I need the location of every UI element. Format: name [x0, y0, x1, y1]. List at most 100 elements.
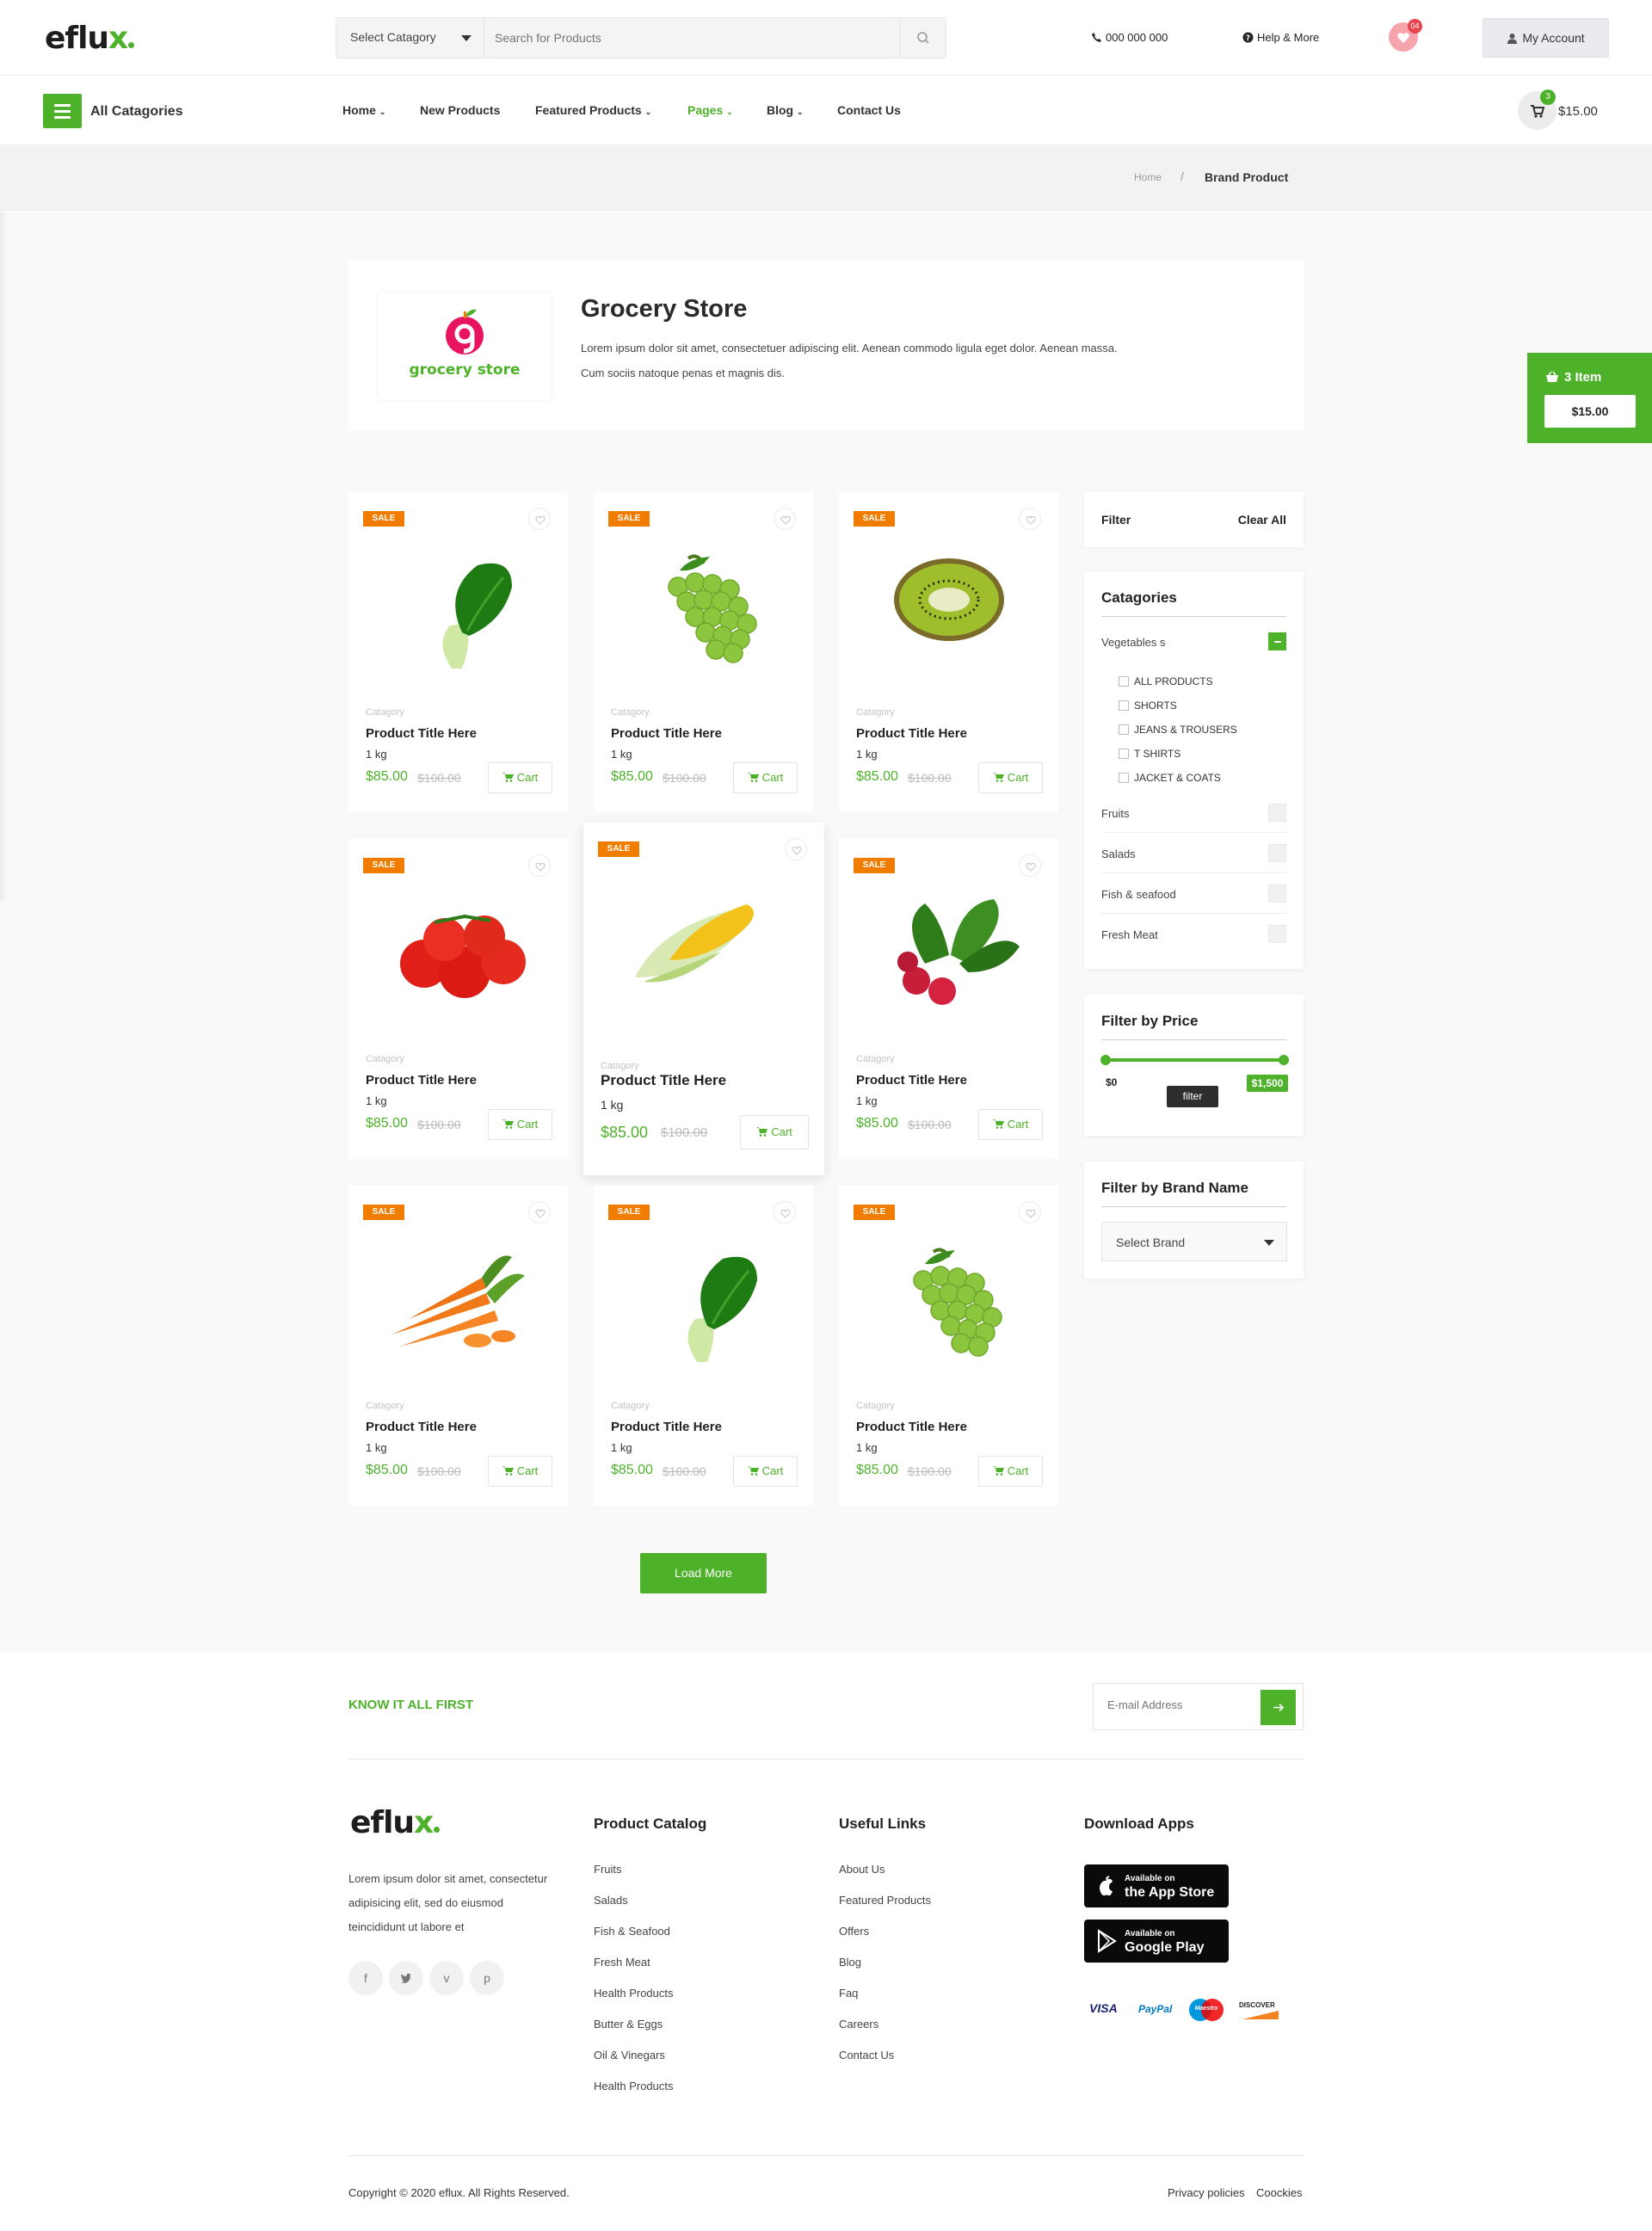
product-image[interactable] — [628, 1233, 779, 1362]
product-title[interactable]: Product Title Here — [856, 726, 967, 741]
footer-link[interactable]: Featured Products — [839, 1894, 931, 1907]
category-fresh-meat[interactable]: Fresh Meat — [1101, 918, 1286, 954]
load-more-button[interactable]: Load More — [640, 1553, 767, 1593]
footer-link[interactable]: Fruits — [594, 1863, 622, 1876]
nav-blog[interactable]: Blog ⌄ — [767, 103, 804, 117]
help-link[interactable]: ? Help & More — [1242, 31, 1319, 44]
footer-link[interactable]: Offers — [839, 1925, 869, 1938]
wishlist-toggle[interactable] — [785, 838, 807, 860]
nav-pages[interactable]: Pages ⌄ — [687, 103, 733, 117]
all-categories-button[interactable] — [43, 94, 82, 128]
add-to-cart-button[interactable]: Cart — [733, 762, 798, 793]
add-to-cart-button[interactable]: Cart — [488, 1456, 552, 1487]
checkbox[interactable] — [1268, 884, 1286, 903]
google-play-button[interactable]: Available on Google Play — [1084, 1920, 1229, 1963]
nav-new-products[interactable]: New Products — [420, 103, 500, 117]
subcategory-tshirts[interactable]: T SHIRTS — [1119, 748, 1180, 760]
checkbox[interactable] — [1119, 773, 1129, 783]
vimeo-icon[interactable]: v — [429, 1961, 464, 1995]
my-account-button[interactable]: My Account — [1482, 18, 1609, 58]
nav-contact[interactable]: Contact Us — [837, 103, 901, 117]
product-card[interactable]: SALE Catagory Product Title Here 1 kg $8… — [348, 492, 568, 812]
product-title[interactable]: Product Title Here — [856, 1420, 967, 1434]
email-field[interactable] — [1107, 1698, 1254, 1711]
facebook-icon[interactable]: f — [348, 1961, 383, 1995]
product-image[interactable] — [873, 1233, 1024, 1362]
footer-link[interactable]: About Us — [839, 1863, 885, 1876]
footer-link[interactable]: Faq — [839, 1987, 858, 2000]
product-image[interactable] — [628, 539, 779, 669]
add-to-cart-button[interactable]: Cart — [978, 1456, 1043, 1487]
checkbox[interactable] — [1119, 700, 1129, 711]
product-card[interactable]: SALE Catagory Product Title Here 1 kg $8… — [594, 492, 813, 812]
logo[interactable]: eflux — [45, 21, 135, 56]
twitter-icon[interactable] — [389, 1961, 423, 1995]
product-title[interactable]: Product Title Here — [366, 1073, 477, 1088]
nav-featured-products[interactable]: Featured Products ⌄ — [535, 103, 651, 117]
checkbox[interactable] — [1268, 925, 1286, 943]
product-image[interactable] — [626, 874, 777, 1003]
privacy-link[interactable]: Privacy policies — [1168, 2186, 1245, 2199]
footer-link[interactable]: Salads — [594, 1894, 628, 1907]
product-card[interactable]: SALE Catagory Product Title Here 1 kg $8… — [348, 839, 568, 1159]
product-title[interactable]: Product Title Here — [366, 726, 477, 741]
product-image[interactable] — [873, 539, 1024, 669]
product-card[interactable]: SALE Catagory Product Title Here 1 kg $8… — [839, 492, 1058, 812]
product-image[interactable] — [383, 886, 533, 1015]
subscribe-button[interactable] — [1261, 1690, 1296, 1725]
footer-link[interactable]: Fresh Meat — [594, 1956, 650, 1969]
footer-link[interactable]: Butter & Eggs — [594, 2018, 663, 2031]
add-to-cart-button[interactable]: Cart — [733, 1456, 798, 1487]
category-fruits[interactable]: Fruits — [1101, 797, 1286, 833]
wishlist-toggle[interactable] — [528, 508, 551, 530]
product-image[interactable] — [383, 1233, 533, 1362]
footer-link[interactable]: Oil & Vinegars — [594, 2049, 665, 2062]
product-image[interactable] — [383, 539, 533, 669]
collapse-toggle[interactable] — [1268, 632, 1286, 650]
wishlist-toggle[interactable] — [774, 1201, 796, 1223]
category-fish[interactable]: Fish & seafood — [1101, 878, 1286, 914]
price-range-track[interactable] — [1104, 1058, 1285, 1062]
wishlist-toggle[interactable] — [1019, 508, 1041, 530]
phone-link[interactable]: 000 000 000 — [1091, 31, 1168, 44]
add-to-cart-button[interactable]: Cart — [488, 1109, 552, 1140]
nav-home[interactable]: Home ⌄ — [342, 103, 385, 117]
product-card[interactable]: SALE Catagory Product Title Here 1 kg $8… — [348, 1186, 568, 1506]
product-card[interactable]: SALE Catagory Product Title Here 1 kg $8… — [583, 823, 824, 1175]
footer-link[interactable]: Careers — [839, 2018, 878, 2031]
subcategory-jeans[interactable]: JEANS & TROUSERS — [1119, 724, 1237, 736]
brand-select[interactable]: Select Brand — [1101, 1222, 1287, 1261]
price-range-max-handle[interactable] — [1279, 1055, 1289, 1065]
product-title[interactable]: Product Title Here — [601, 1072, 726, 1089]
floating-cart-items[interactable]: 3 Item — [1545, 370, 1601, 385]
subcategory-jackets[interactable]: JACKET & COATS — [1119, 772, 1221, 784]
product-card[interactable]: SALE Catagory Product Title Here 1 kg $8… — [839, 1186, 1058, 1506]
product-card[interactable]: SALE Catagory Product Title Here 1 kg $8… — [594, 1186, 813, 1506]
product-card[interactable]: SALE Catagory Product Title Here 1 kg $8… — [839, 839, 1058, 1159]
category-vegetables[interactable]: Vegetables s — [1101, 626, 1286, 662]
search-button[interactable] — [899, 18, 946, 58]
checkbox[interactable] — [1268, 844, 1286, 862]
footer-link[interactable]: Health Products — [594, 2080, 674, 2092]
footer-logo[interactable]: eflux — [350, 1805, 441, 1840]
add-to-cart-button[interactable]: Cart — [740, 1115, 809, 1149]
footer-link[interactable]: Fish & Seafood — [594, 1925, 670, 1938]
breadcrumb-home[interactable]: Home — [1134, 171, 1162, 183]
pinterest-icon[interactable]: p — [470, 1961, 504, 1995]
checkbox[interactable] — [1119, 724, 1129, 735]
wishlist-toggle[interactable] — [774, 508, 796, 530]
wishlist-toggle[interactable] — [528, 854, 551, 877]
subcategory-all-products[interactable]: ALL PRODUCTS — [1119, 675, 1213, 687]
floating-cart-total[interactable]: $15.00 — [1544, 395, 1636, 428]
checkbox[interactable] — [1119, 676, 1129, 687]
wishlist-toggle[interactable] — [528, 1201, 551, 1223]
price-range-min-handle[interactable] — [1100, 1055, 1111, 1065]
all-categories-label[interactable]: All Catagories — [90, 104, 183, 120]
product-title[interactable]: Product Title Here — [611, 1420, 722, 1434]
category-select[interactable]: Select Catagory — [336, 18, 484, 58]
product-title[interactable]: Product Title Here — [856, 1073, 967, 1088]
category-salads[interactable]: Salads — [1101, 837, 1286, 873]
clear-all-button[interactable]: Clear All — [1238, 513, 1286, 527]
checkbox[interactable] — [1268, 804, 1286, 822]
wishlist-toggle[interactable] — [1019, 1201, 1041, 1223]
